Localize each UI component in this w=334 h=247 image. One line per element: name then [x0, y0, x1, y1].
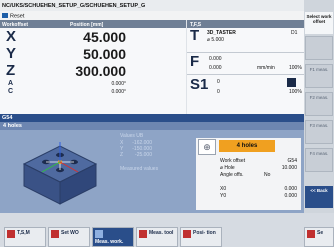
softkey-settings[interactable]: Se: [304, 227, 334, 247]
status-text: Reset: [10, 13, 25, 19]
softkey-set-wo[interactable]: Set WO: [48, 227, 90, 247]
holes-pattern-icon: ⊕: [198, 139, 216, 155]
softkey-f1[interactable]: F1 meas.: [305, 64, 333, 88]
tool-name: 3D_TASTER: [207, 30, 236, 36]
position-icon: [183, 230, 191, 238]
feed-actual: 0.000: [209, 56, 222, 62]
axis-a-value: 0.000°: [111, 81, 126, 87]
spindle-actual: 0: [217, 79, 220, 85]
tool-diameter: ⌀ 5.000: [207, 37, 224, 43]
axis-c-name: C: [8, 88, 14, 95]
axis-z-name: Z: [6, 62, 16, 79]
meas-tool-icon: [139, 230, 147, 238]
hole-dia-row[interactable]: ⌀ Hole 10.000: [196, 164, 301, 171]
axis-y-name: Y: [6, 45, 17, 62]
value-z-axis: Z: [120, 152, 124, 158]
col-workoffset: Workoffset: [2, 21, 29, 28]
tool-letter: T: [190, 27, 200, 44]
angle-offs-row[interactable]: Angle offs. No: [196, 171, 301, 178]
feed-unit: mm/min: [257, 65, 275, 71]
angle-offs-label: Angle offs.: [220, 172, 244, 178]
axis-x-name: X: [6, 28, 17, 45]
value-z: -25.000: [135, 152, 152, 158]
angle-offs-value[interactable]: No: [264, 172, 270, 178]
bottom-softkey-bar: T,S,M Set WO Meas. work. Meas. tool Posi…: [0, 213, 334, 247]
softkey-position[interactable]: Posi- tion: [180, 227, 222, 247]
tsm-icon: [7, 230, 15, 238]
axis-c-value: 0.000°: [111, 89, 126, 95]
reset-icon: [2, 12, 8, 18]
spindle-stop-icon: [287, 78, 296, 87]
work-offset-row[interactable]: Work offset G54: [196, 157, 301, 164]
yo-value[interactable]: 0.000: [284, 193, 297, 199]
axis-y-value: 50.000: [83, 46, 126, 62]
status-bar: Reset: [0, 11, 304, 20]
tfs-panel: T 3D_TASTER D1 ⌀ 5.000 F 0.000 0.000 mm/…: [187, 27, 304, 114]
softkey-f4[interactable]: F4 meas.: [305, 148, 333, 172]
spindle-percent: 100%: [289, 89, 302, 95]
workpiece-illustration: [22, 142, 98, 205]
axis-a-name: A: [8, 80, 14, 87]
feed-letter: F: [190, 53, 200, 70]
tool-d: D1: [291, 30, 298, 36]
position-table: X 45.000 Y 50.000 Z 300.000 A 0.000° C 0…: [0, 28, 186, 114]
softkey-select-work-offset[interactable]: Select work offset: [305, 12, 333, 34]
col-position: Position [mm]: [70, 21, 104, 28]
hole-mode-select[interactable]: 4 holes: [219, 140, 275, 152]
right-softkey-bar: Select work offset F1 meas. F2 meas. F3 …: [304, 0, 334, 213]
yo-row[interactable]: Y0 0.000: [196, 192, 301, 199]
softkey-f3[interactable]: F3 meas.: [305, 120, 333, 144]
feed-programmed: 0.000: [209, 65, 222, 71]
settings-icon: [307, 230, 315, 238]
softkey-back[interactable]: << Back: [305, 186, 333, 208]
softkey-meas-work[interactable]: Meas. work.: [92, 227, 134, 247]
dialog-title: 4 holes: [0, 122, 304, 130]
softkey-meas-tool[interactable]: Meas. tool: [136, 227, 178, 247]
axis-x-value: 45.000: [83, 29, 126, 45]
values-label: Values UB: [120, 133, 144, 139]
feed-percent: 100%: [289, 65, 302, 71]
yo-label: Y0: [220, 193, 227, 199]
spindle-letter: S1: [190, 76, 209, 93]
softkey-tsm[interactable]: T,S,M: [4, 227, 46, 247]
coord-system-bar: G54: [0, 114, 304, 122]
parameter-panel: ⊕ 4 holes Work offset G54 ⌀ Hole 10.000 …: [196, 138, 301, 210]
set-wo-icon: [51, 230, 59, 238]
xo-row[interactable]: X0 0.000: [196, 185, 301, 192]
axis-z-value: 300.000: [75, 63, 126, 79]
spindle-programmed: 0: [217, 89, 220, 95]
program-path: NC/UKS/SCHUEHEN_SETUP_G/SCHUEHEN_SETUP_G: [0, 0, 304, 11]
position-header: Workoffset Position [mm]: [0, 20, 186, 28]
softkey-f2[interactable]: F2 meas.: [305, 92, 333, 116]
tfs-header: T,F,S: [187, 20, 304, 28]
softkey-empty[interactable]: [305, 36, 333, 60]
meas-work-icon: [95, 230, 103, 238]
measured-label: Measured values: [120, 166, 159, 172]
